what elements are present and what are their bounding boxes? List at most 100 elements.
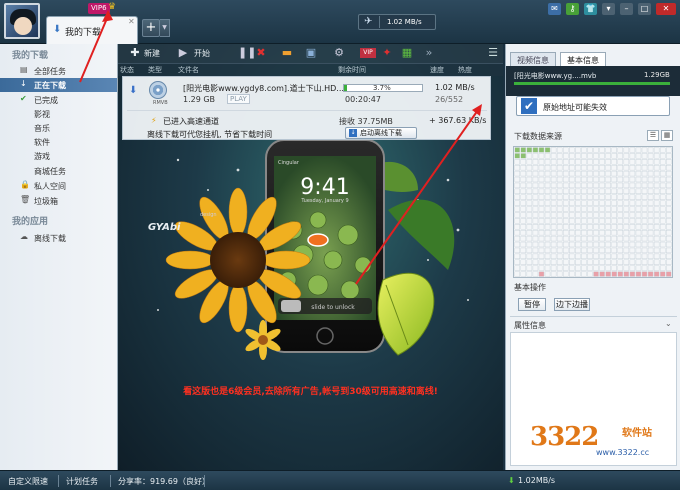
sidebar-section-downloads: 我的下载 [12,51,49,61]
highspeed-status: 已进入高速通道 [163,117,219,126]
alert-icon[interactable]: ✦ [380,46,394,60]
source-header: 下载数据来源 ☰ ▦ [510,130,677,144]
pause-button[interactable]: 暂停 [518,298,546,311]
col-speed[interactable]: 速度 [430,65,444,75]
close-icon[interactable]: ✕ [128,17,135,26]
attributes-header[interactable]: 属性信息 ⌄ [510,316,677,330]
details-tabs: 视频信息 基本信息 [506,48,680,66]
divider [127,110,487,111]
watermark-domain: www.3322.cc [596,448,650,457]
offline-button-label: 启动离线下载 [360,129,402,137]
vip-badge[interactable]: VIP6 [88,3,110,14]
speed-indicator[interactable]: ✈ 1.02 MB/s [358,14,436,30]
main-area: Cingular 9:41 Tuesday, January 9 slide t… [118,44,503,470]
scheduled-tasks[interactable]: 计划任务 [66,476,98,487]
list-view-icon[interactable]: ☰ [486,46,500,60]
tab-video-info[interactable]: 视频信息 [510,52,556,66]
download-arrow-icon: ⬇ [508,476,515,485]
downloading-arrow-icon: ⬇ [129,85,138,96]
window-icon[interactable]: ▣ [304,46,318,60]
vip-icon[interactable]: VIP [360,48,376,58]
col-type[interactable]: 类型 [148,65,162,75]
list-icon: ▤ [20,65,28,74]
sidebar-item-trash[interactable]: 🗑 垃圾箱 [0,194,117,208]
task-speed: 1.02 MB/s [435,83,475,92]
details-file: [阳光电影www.yg....mvb 1.29GB [506,66,680,96]
mail-icon[interactable]: ✉ [548,3,561,15]
toolbar: ✚ 新建 ▶ 开始 ❚❚ ✖ ▬ ▣ ⚙ VIP ✦ ▦ » ☰ [118,44,503,64]
check-icon: ✔ [20,94,27,103]
list-view-icon[interactable]: ☰ [647,130,659,141]
source-checkbox[interactable]: ✔ 原始地址可能失效 [516,96,670,116]
grid-view-icon[interactable]: ▦ [661,130,673,141]
cloud-icon: ☁ [20,232,28,241]
col-remaining[interactable]: 剩余时间 [338,65,366,75]
sidebar-item-games[interactable]: 游戏 [0,149,117,163]
task-filename: [阳光电影www.ygdy8.com].道士下山.HD... [183,84,344,93]
more-icon[interactable]: » [422,46,436,60]
new-tab-button[interactable]: + [142,19,160,37]
col-status[interactable]: 状态 [120,65,134,75]
avatar[interactable] [4,3,40,39]
tab-label: 我的下载 [65,28,102,38]
trash-icon: 🗑 [20,195,31,204]
start-button[interactable]: 开始 [194,48,210,60]
disc-icon [149,81,167,99]
key-icon[interactable]: ⚷ [566,3,579,15]
col-heat[interactable]: 热度 [458,65,472,75]
offline-hint: 离线下载可代您挂机, 节省下载时间 [147,130,273,139]
phone-time: 9:41 [300,175,349,200]
close-window-button[interactable]: ✕ [656,3,676,15]
advertisement-artwork: Cingular 9:41 Tuesday, January 9 slide t… [157,140,469,360]
details-panel: 视频信息 基本信息 [阳光电影www.yg....mvb 1.29GB ✔ 原始… [505,44,680,470]
menu-icon[interactable]: ▾ [602,3,615,15]
start-offline-download-button[interactable]: ↓ 启动离线下载 [345,127,417,139]
sidebar-item-software[interactable]: 软件 [0,135,117,149]
sidebar-item-offline[interactable]: ☁ 离线下载 [0,231,117,245]
elapsed-time: 00:20:47 [345,95,381,104]
sidebar-item-all[interactable]: ▤ 全部任务 [0,64,117,78]
sidebar-item-store[interactable]: 商城任务 [0,164,117,178]
delete-icon[interactable]: ✖ [254,46,268,60]
sidebar-section-apps: 我的应用 [12,217,49,227]
gear-icon[interactable]: ⚙ [332,46,346,60]
chevron-down-icon: ⌄ [665,319,672,328]
share-rate: 分享率：919.69（良好） [118,477,210,486]
sidebar-item-private[interactable]: 🔒 私人空间 [0,179,117,193]
chevron-down-icon[interactable]: ▼ [160,19,170,37]
maximize-button[interactable]: □ [638,3,651,15]
tab-my-downloads[interactable]: ⬇ 我的下载 [46,16,138,44]
task-row[interactable]: ⬇ RMVB [阳光电影www.ygdy8.com].道士下山.HD... 1.… [122,76,491,140]
sidebar-item-movies[interactable]: 影视 [0,107,117,121]
check-icon: ✔ [521,98,537,114]
progress-fill [344,85,347,91]
phone-date: Tuesday, January 9 [300,198,348,204]
play-button[interactable]: PLAY [227,94,250,104]
plus-icon: ✚ [130,46,140,59]
tab-basic-info[interactable]: 基本信息 [560,52,606,66]
folder-icon[interactable]: ▬ [280,46,294,60]
attributes-label: 属性信息 [514,321,546,330]
app-icon[interactable]: ▦ [400,46,414,60]
play-while-download-button[interactable]: 边下边播 [554,298,590,311]
sidebar-item-downloading[interactable]: ↓ 正在下载 [0,78,117,92]
lock-icon: 🔒 [20,180,30,189]
received-amount: 接收 37.75MB [339,117,393,126]
minimize-button[interactable]: – [620,3,633,15]
sidebar-item-music[interactable]: 音乐 [0,121,117,135]
watermark-site: 软件站 [622,428,652,439]
ad-logo-sub: design [200,212,217,218]
piece-map [513,146,673,278]
ad-logo: GYAbi [148,222,181,233]
arrow-down-icon: ↓ [20,79,27,88]
pause-icon[interactable]: ❚❚ [238,46,256,60]
col-filename[interactable]: 文件名 [178,65,199,75]
ops-header: 基本操作 [514,283,546,292]
shirt-icon[interactable]: 👕 [584,3,597,15]
custom-speed-limit[interactable]: 自定义限速 [8,476,48,487]
ad-banner-text[interactable]: 看这版也是6级会员,去除所有广告,帐号到30级可用高速和离线! [138,384,483,397]
source-header-label: 下载数据来源 [514,132,562,141]
task-size: 1.29 GB [183,95,216,104]
new-task-button[interactable]: 新建 [144,48,160,60]
sidebar-item-completed[interactable]: ✔ 已完成 [0,93,117,107]
